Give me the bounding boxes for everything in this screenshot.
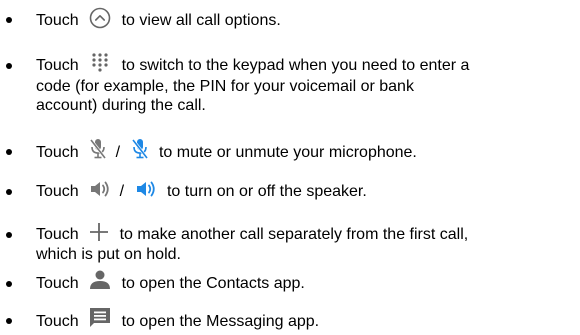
list-item-text: Touch to make another call separately fr… — [36, 222, 576, 245]
speaker-gray-icon — [89, 179, 111, 199]
item-7-before: Touch — [36, 313, 79, 331]
mic-off-gray-icon — [89, 138, 107, 160]
item-6-after: to open the Contacts app. — [121, 275, 305, 293]
bullet — [6, 232, 12, 238]
item-2-before: Touch — [36, 57, 79, 75]
bullet — [6, 281, 12, 287]
item-1-before: Touch — [36, 12, 79, 30]
keypad-icon — [91, 52, 109, 72]
item-3-before: Touch — [36, 144, 79, 162]
item-2-after: to switch to the keypad when you need to… — [121, 57, 470, 75]
contacts-icon — [89, 270, 111, 290]
item-1-after: to view all call options. — [121, 12, 281, 30]
list-item-text: Touch to open the Messaging app. — [36, 308, 576, 333]
chevron-up-circle-icon — [89, 7, 111, 29]
bullet — [6, 63, 12, 69]
item-4-after: to turn on or off the speaker. — [166, 183, 367, 201]
speaker-blue-icon — [135, 179, 157, 199]
list-item-text: Touch / to mute or unmute your microphon… — [36, 139, 576, 164]
item-4-sep: / — [119, 183, 125, 201]
bullet — [6, 318, 12, 324]
item-5-line-2: which is put on hold. — [36, 246, 181, 263]
bullet — [6, 17, 12, 23]
list-item-text: Touch / to turn on or off the speaker. — [36, 179, 576, 202]
item-2-line-3: account) during the call. — [36, 97, 206, 114]
item-7-after: to open the Messaging app. — [121, 313, 320, 331]
mic-off-blue-icon — [131, 138, 149, 160]
item-5-before: Touch — [36, 226, 79, 244]
item-6-before: Touch — [36, 275, 79, 293]
list-item-text: Touch to view all call options. — [36, 7, 576, 32]
item-2-line-2: code (for example, the PIN for your voic… — [36, 78, 414, 95]
bullet — [6, 189, 12, 195]
bullet — [6, 149, 12, 155]
add-call-icon — [89, 222, 109, 242]
list-item-text: Touch to open the Contacts app. — [36, 270, 576, 294]
list-item-text: Touch to switch to the keypad when you n… — [36, 53, 576, 76]
messaging-icon — [89, 307, 111, 329]
list-item-text-line: which is put on hold. — [36, 245, 576, 265]
item-4-before: Touch — [36, 183, 79, 201]
item-3-after: to mute or unmute your microphone. — [158, 144, 417, 162]
item-3-sep: / — [115, 144, 121, 162]
list-item-text-line: code (for example, the PIN for your voic… — [36, 77, 576, 97]
item-5-after: to make another call separately from the… — [119, 226, 469, 244]
list-item-text-line: account) during the call. — [36, 96, 576, 116]
